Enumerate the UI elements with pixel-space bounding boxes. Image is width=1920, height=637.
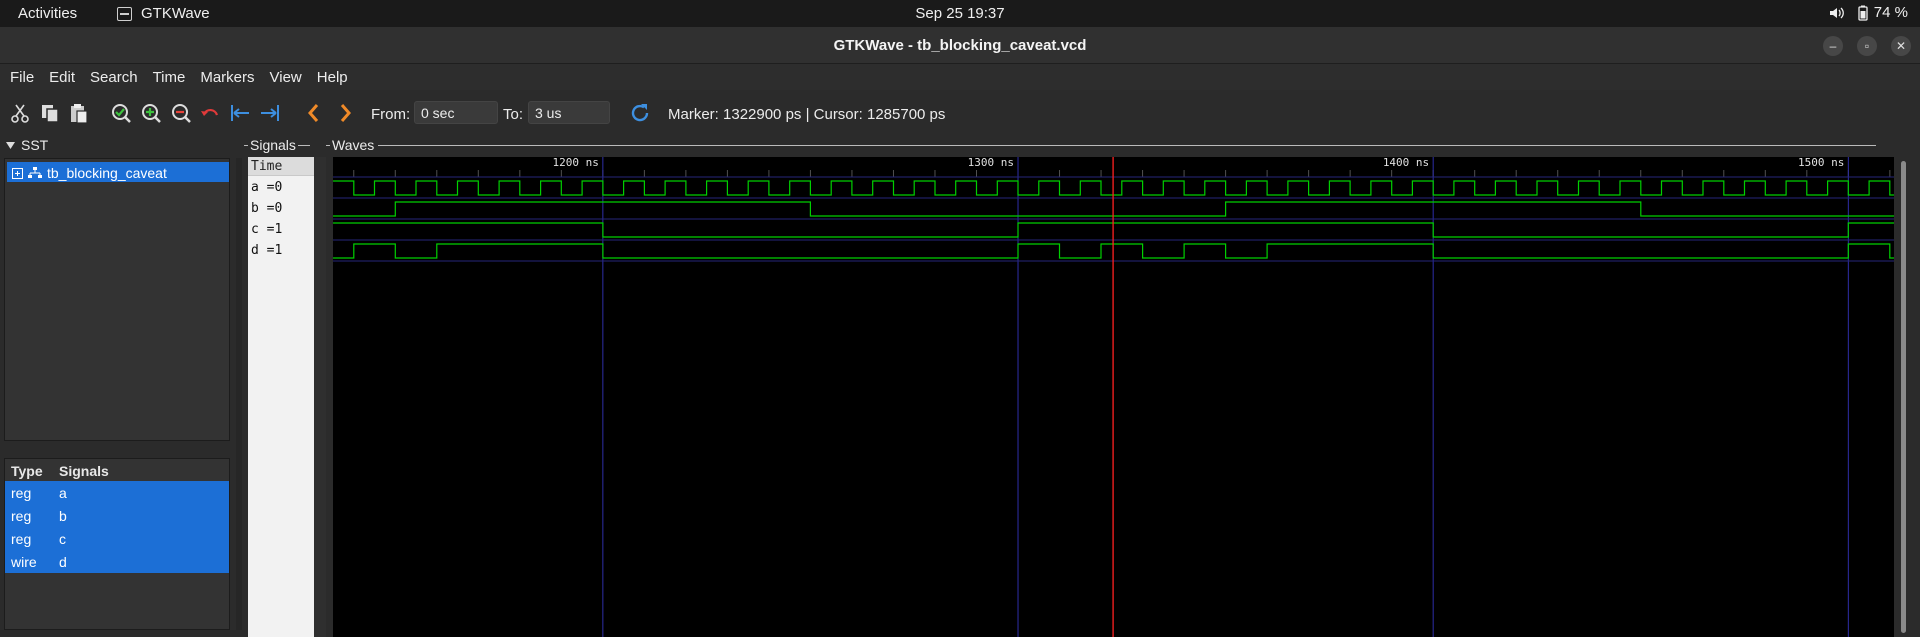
signals-pane-title: Signals xyxy=(250,137,296,153)
waveform-svg[interactable]: 1200 ns 1300 ns 1400 ns 1500 ns xyxy=(333,156,1894,637)
frame-line xyxy=(326,144,330,146)
collapse-triangle-icon xyxy=(6,141,15,149)
signal-list-item[interactable]: wire d xyxy=(5,550,229,573)
window-titlebar[interactable]: GTKWave - tb_blocking_caveat.vcd – ▫ ✕ xyxy=(0,27,1920,64)
sst-title: SST xyxy=(21,137,49,153)
signals-column-header[interactable]: Signals xyxy=(59,463,109,481)
signals-scrollbar[interactable] xyxy=(314,157,326,637)
jump-start-icon[interactable] xyxy=(229,102,251,124)
time-row-label: Time xyxy=(248,157,314,176)
signal-row-c[interactable]: c =1 xyxy=(248,218,314,239)
signal-name: d xyxy=(59,553,67,570)
signal-type: wire xyxy=(11,553,37,570)
signal-row-b[interactable]: b =0 xyxy=(248,197,314,218)
frame-line xyxy=(244,144,248,146)
marker-cursor-status: Marker: 1322900 ps | Cursor: 1285700 ps xyxy=(668,106,946,123)
type-list-header: Type Signals xyxy=(5,459,229,481)
to-field[interactable]: 3 us xyxy=(528,101,610,124)
toolbar: From: 0 sec To: 3 us Marker: 1322900 ps … xyxy=(0,90,1920,135)
speaker-icon xyxy=(1829,7,1844,18)
from-label: From: xyxy=(371,106,411,123)
waves-vertical-scrollbar[interactable] xyxy=(1898,157,1910,637)
scrollbar-thumb[interactable] xyxy=(1901,161,1906,633)
menu-edit[interactable]: Edit xyxy=(49,64,84,90)
clock[interactable]: Sep 25 19:37 xyxy=(0,5,1920,22)
menu-search[interactable]: Search xyxy=(90,64,147,90)
time-tick-label: 1500 ns xyxy=(1798,157,1844,169)
next-edge-icon[interactable] xyxy=(334,102,356,124)
signal-type: reg xyxy=(11,507,32,524)
close-button[interactable]: ✕ xyxy=(1891,36,1911,56)
signal-list-item[interactable]: reg b xyxy=(5,504,229,527)
maximize-button[interactable]: ▫ xyxy=(1857,36,1877,56)
prev-edge-icon[interactable] xyxy=(303,102,325,124)
menu-time[interactable]: Time xyxy=(153,64,195,90)
signal-name: a xyxy=(59,484,67,501)
battery-percent: 74 % xyxy=(1873,4,1908,21)
to-label: To: xyxy=(503,106,524,123)
tree-item-label: tb_blocking_caveat xyxy=(47,165,167,181)
time-tick-label: 1200 ns xyxy=(552,157,598,169)
zoom-out-icon[interactable] xyxy=(170,102,192,124)
expand-box-icon[interactable] xyxy=(12,167,23,179)
zoom-in-icon[interactable] xyxy=(140,102,162,124)
reload-icon[interactable] xyxy=(628,101,652,125)
waveform-canvas[interactable]: 1200 ns 1300 ns 1400 ns 1500 ns xyxy=(333,156,1894,637)
signal-type: reg xyxy=(11,484,32,501)
signals-pane-header: Signals xyxy=(244,137,310,153)
jump-end-icon[interactable] xyxy=(259,102,281,124)
signal-name: c xyxy=(59,530,66,547)
signal-name: b xyxy=(59,507,67,524)
sst-tree: tb_blocking_caveat xyxy=(4,158,230,441)
waves-pane-title: Waves xyxy=(332,137,375,153)
tree-item-tb-blocking-caveat[interactable]: tb_blocking_caveat xyxy=(7,162,229,182)
signal-list-item[interactable]: reg c xyxy=(5,527,229,550)
signal-names-panel: Time a =0 b =0 c =1 d =1 xyxy=(248,157,314,637)
window-title: GTKWave - tb_blocking_caveat.vcd xyxy=(833,37,1087,54)
system-top-bar: Activities GTKWave Sep 25 19:37 74 % xyxy=(0,0,1920,27)
menu-markers[interactable]: Markers xyxy=(200,64,263,90)
module-hierarchy-icon xyxy=(28,167,42,178)
copy-icon[interactable] xyxy=(39,102,61,124)
sst-header[interactable]: SST xyxy=(6,137,48,153)
zoom-fit-icon[interactable] xyxy=(110,102,132,124)
menu-file[interactable]: File xyxy=(10,64,43,90)
undo-icon[interactable] xyxy=(199,102,221,124)
menu-bar: File Edit Search Time Markers View Help xyxy=(0,64,1920,90)
from-field[interactable]: 0 sec xyxy=(414,101,498,124)
signal-list-item[interactable]: reg a xyxy=(5,481,229,504)
paste-icon[interactable] xyxy=(68,102,90,124)
signal-type-list: Type Signals reg a reg b reg c wire d xyxy=(4,458,230,630)
time-tick-label: 1400 ns xyxy=(1383,157,1429,169)
time-tick-label: 1300 ns xyxy=(968,157,1014,169)
waves-pane-header: Waves xyxy=(326,137,1877,153)
menu-help[interactable]: Help xyxy=(317,64,357,90)
frame-line xyxy=(378,144,1877,146)
signal-row-d[interactable]: d =1 xyxy=(248,239,314,260)
cut-icon[interactable] xyxy=(9,102,31,124)
frame-line xyxy=(297,144,310,146)
signal-type: reg xyxy=(11,530,32,547)
type-column-header[interactable]: Type xyxy=(5,463,59,481)
menu-view[interactable]: View xyxy=(270,64,311,90)
battery-icon xyxy=(1858,5,1868,21)
minimize-button[interactable]: – xyxy=(1823,36,1843,56)
pane-divider[interactable] xyxy=(236,158,242,630)
system-tray[interactable]: 74 % xyxy=(1828,4,1908,21)
signal-row-a[interactable]: a =0 xyxy=(248,176,314,197)
